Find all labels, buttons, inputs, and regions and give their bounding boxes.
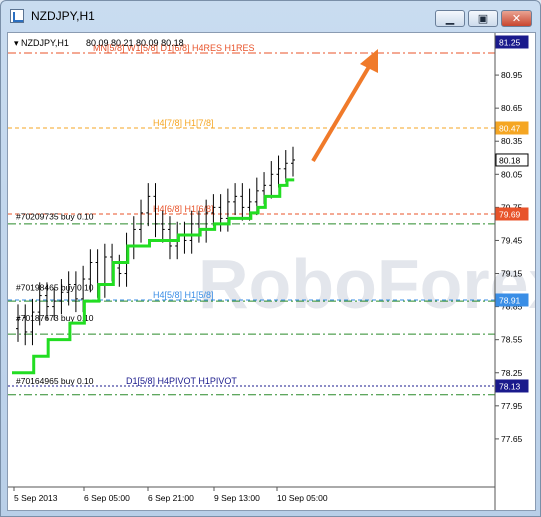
watermark-text: RoboForex	[198, 245, 535, 323]
order-label: #70209735 buy 0.10	[16, 212, 94, 222]
y-tick-label: 79.45	[501, 235, 523, 245]
y-tick-label: 78.55	[501, 335, 523, 345]
y-tick-label: 77.95	[501, 401, 523, 411]
y-tick-label: 80.95	[501, 70, 523, 80]
minimize-icon: ▁	[445, 13, 455, 25]
x-tick-label: 6 Sep 05:00	[84, 493, 130, 503]
maximize-button[interactable]: ▣	[468, 10, 498, 27]
y-tick-label: 80.05	[501, 169, 523, 179]
y-tick-label: 78.25	[501, 368, 523, 378]
order-label: #70164965 buy 0.10	[16, 376, 94, 386]
y-tick-label: 80.65	[501, 103, 523, 113]
maximize-icon: ▣	[477, 13, 489, 25]
symbol-label: ▾ NZDJPY,H1	[14, 38, 69, 48]
ohlc-label: 80.09 80.21 80.09 80.18	[86, 38, 184, 48]
price-tag-label: 80.18	[499, 155, 521, 165]
price-tag-label: 80.47	[499, 123, 521, 133]
chart-window: NZDJPY,H1 ▁ ▣ ✕ RoboForex MN[5/8] W1[5/8…	[0, 0, 541, 517]
chart-area[interactable]: RoboForex MN[5/8] W1[5/8] D1[6/8] H4RES …	[7, 32, 541, 511]
arrow-shaft	[311, 63, 372, 163]
x-tick-label: 6 Sep 21:00	[148, 493, 194, 503]
murrey-level-label: H4[5/8] H1[5/8]	[153, 290, 214, 300]
minimize-button[interactable]: ▁	[435, 10, 465, 27]
x-tick-label: 10 Sep 05:00	[277, 493, 328, 503]
close-icon: ✕	[511, 13, 522, 25]
title-bar[interactable]: NZDJPY,H1 ▁ ▣ ✕	[1, 1, 540, 31]
chart-app-icon	[10, 9, 24, 23]
price-tag-label: 81.25	[499, 38, 521, 48]
x-tick-label: 5 Sep 2013	[14, 493, 58, 503]
y-tick-label: 79.15	[501, 269, 523, 279]
order-label: #70198465 buy 0.10	[16, 282, 94, 292]
price-tag-label: 79.69	[499, 209, 521, 219]
y-tick-label: 77.65	[501, 434, 523, 444]
price-chart[interactable]: RoboForex MN[5/8] W1[5/8] D1[6/8] H4RES …	[8, 33, 541, 510]
murrey-level-label: D1[5/8] H4PIVOT H1PIVOT	[126, 376, 237, 386]
murrey-level-label: H4[7/8] H1[7/8]	[153, 118, 214, 128]
window-title: NZDJPY,H1	[31, 9, 95, 23]
y-tick-label: 80.35	[501, 136, 523, 146]
price-tag-label: 78.91	[499, 295, 521, 305]
murrey-level-label: H4[6/8] H1[6/8]	[153, 204, 214, 214]
price-tag-label: 78.13	[499, 381, 521, 391]
x-tick-label: 9 Sep 13:00	[214, 493, 260, 503]
close-button[interactable]: ✕	[501, 10, 532, 27]
